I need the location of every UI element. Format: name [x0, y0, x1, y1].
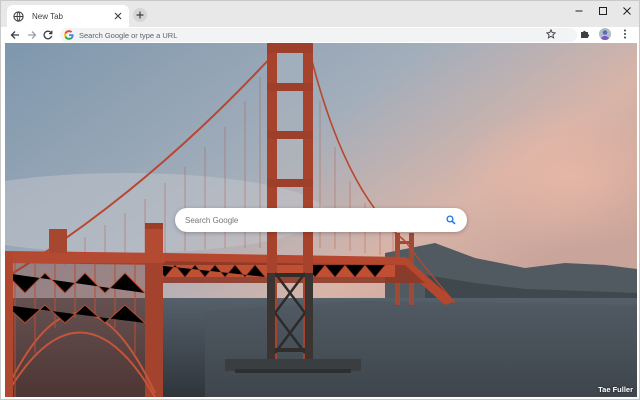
close-window-button[interactable] — [615, 1, 639, 21]
photo-credit[interactable]: Tae Fuller — [598, 385, 633, 394]
browser-window: New Tab Search Google or type a URL Sear… — [0, 0, 640, 400]
search-input[interactable] — [185, 212, 445, 228]
toolbar-actions — [545, 28, 631, 40]
plus-icon — [136, 11, 144, 19]
close-window-icon — [623, 7, 631, 15]
reload-button[interactable] — [42, 29, 54, 41]
toolbar — [1, 27, 639, 43]
new-tab-page: Tae Fuller — [5, 43, 637, 397]
forward-button[interactable] — [26, 29, 38, 41]
minimize-button[interactable] — [567, 1, 591, 21]
avatar[interactable] — [599, 28, 611, 40]
new-tab-button[interactable] — [133, 8, 147, 22]
omnibox[interactable] — [60, 28, 577, 42]
tab-new-tab[interactable]: New Tab — [7, 5, 129, 27]
close-icon[interactable] — [113, 11, 123, 21]
tab-strip: New Tab — [1, 1, 639, 27]
tab-title: New Tab — [32, 11, 63, 21]
globe-icon — [13, 10, 24, 22]
profile-avatar-image — [599, 28, 611, 40]
google-g-icon — [64, 30, 74, 40]
window-controls — [567, 1, 639, 21]
omnibox-input[interactable] — [79, 29, 549, 41]
google-search-box[interactable] — [175, 208, 467, 232]
minimize-icon — [575, 10, 583, 12]
maximize-button[interactable] — [591, 1, 615, 21]
kebab-menu-icon[interactable] — [619, 28, 631, 40]
back-button[interactable] — [9, 29, 21, 41]
forward-arrow-icon — [28, 31, 37, 39]
search-icon[interactable] — [445, 214, 457, 226]
back-arrow-icon — [10, 31, 19, 39]
reload-icon — [43, 30, 53, 40]
puzzle-icon[interactable] — [579, 28, 591, 40]
maximize-icon — [599, 7, 607, 15]
star-icon[interactable] — [545, 28, 557, 40]
